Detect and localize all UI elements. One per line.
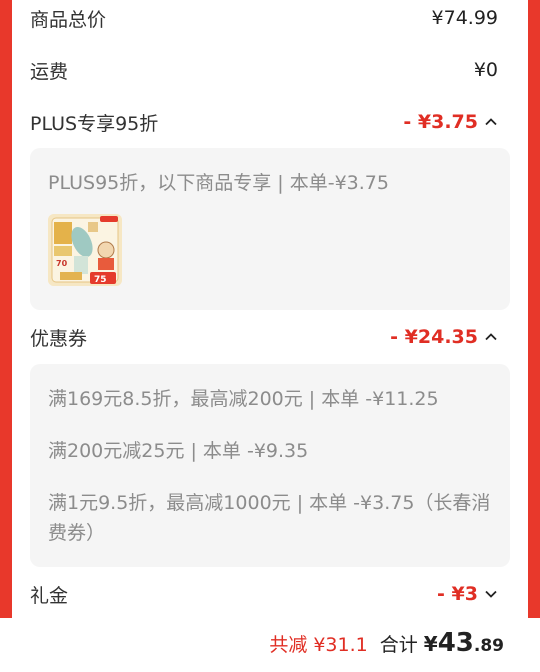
plus-discount-panel: PLUS95折，以下商品专享 | 本单-¥3.75 75 70 [30,148,510,310]
total-integer: 43 [437,628,474,658]
coupon-item: 满169元8.5折，最高减200元 | 本单 -¥11.25 [48,388,439,410]
plus-discount-value-group[interactable]: - ¥3.75 [403,111,498,133]
gift-value-group[interactable]: - ¥3 [437,583,498,605]
product-image: 75 70 [48,214,122,286]
total-label: 合计 [379,634,418,656]
chevron-up-icon[interactable] [484,115,498,129]
plus-discount-label: PLUS专享95折 [30,112,159,135]
total-decimal: .89 [473,636,504,656]
coupon-panel: 满169元8.5折，最高减200元 | 本单 -¥11.25 满200元减25元… [30,364,510,567]
coupon-item: 满200元减25元 | 本单 -¥9.35 [48,440,309,462]
gift-label: 礼金 [30,584,69,607]
total-summary: 共减 ¥31.1 合计 ¥ 43 .89 [269,628,504,658]
coupon-label: 优惠券 [30,327,88,350]
plus-discount-value: - ¥3.75 [403,111,478,133]
gift-value: - ¥3 [437,583,478,605]
plus-discount-note: PLUS95折，以下商品专享 | 本单-¥3.75 [48,172,389,194]
shipping-value: ¥0 [473,59,498,81]
shipping-row: 运费 ¥0 [30,50,498,90]
goods-total-row: 商品总价 ¥74.99 [30,0,498,38]
chevron-up-icon[interactable] [484,330,498,344]
checkout-summary-bar: 共减 ¥31.1 合计 ¥ 43 .89 [0,618,540,672]
goods-total-value: ¥74.99 [431,7,498,29]
svg-text:70: 70 [56,259,68,268]
product-badge-text: 75 [94,275,107,285]
coupon-item: 满1元9.5折，最高减1000元 | 本单 -¥3.75（长春消费券） [48,492,491,544]
saved-label: 共减 [269,634,308,656]
saved-value: ¥31.1 [313,634,368,656]
coupon-value: - ¥24.35 [390,326,478,348]
total-currency: ¥ [423,632,438,656]
plus-discount-row[interactable]: PLUS专享95折 - ¥3.75 [30,102,498,142]
price-detail-card: 商品总价 ¥74.99 运费 ¥0 PLUS专享95折 - ¥3.75 PLUS… [12,0,528,618]
gift-row[interactable]: 礼金 - ¥3 [30,574,498,614]
product-thumbnail[interactable]: 75 70 [48,214,122,286]
coupon-value-group[interactable]: - ¥24.35 [390,326,498,348]
chevron-down-icon[interactable] [484,587,498,601]
goods-total-label: 商品总价 [30,8,107,31]
coupon-row[interactable]: 优惠券 - ¥24.35 [30,317,498,357]
shipping-label: 运费 [30,60,69,83]
